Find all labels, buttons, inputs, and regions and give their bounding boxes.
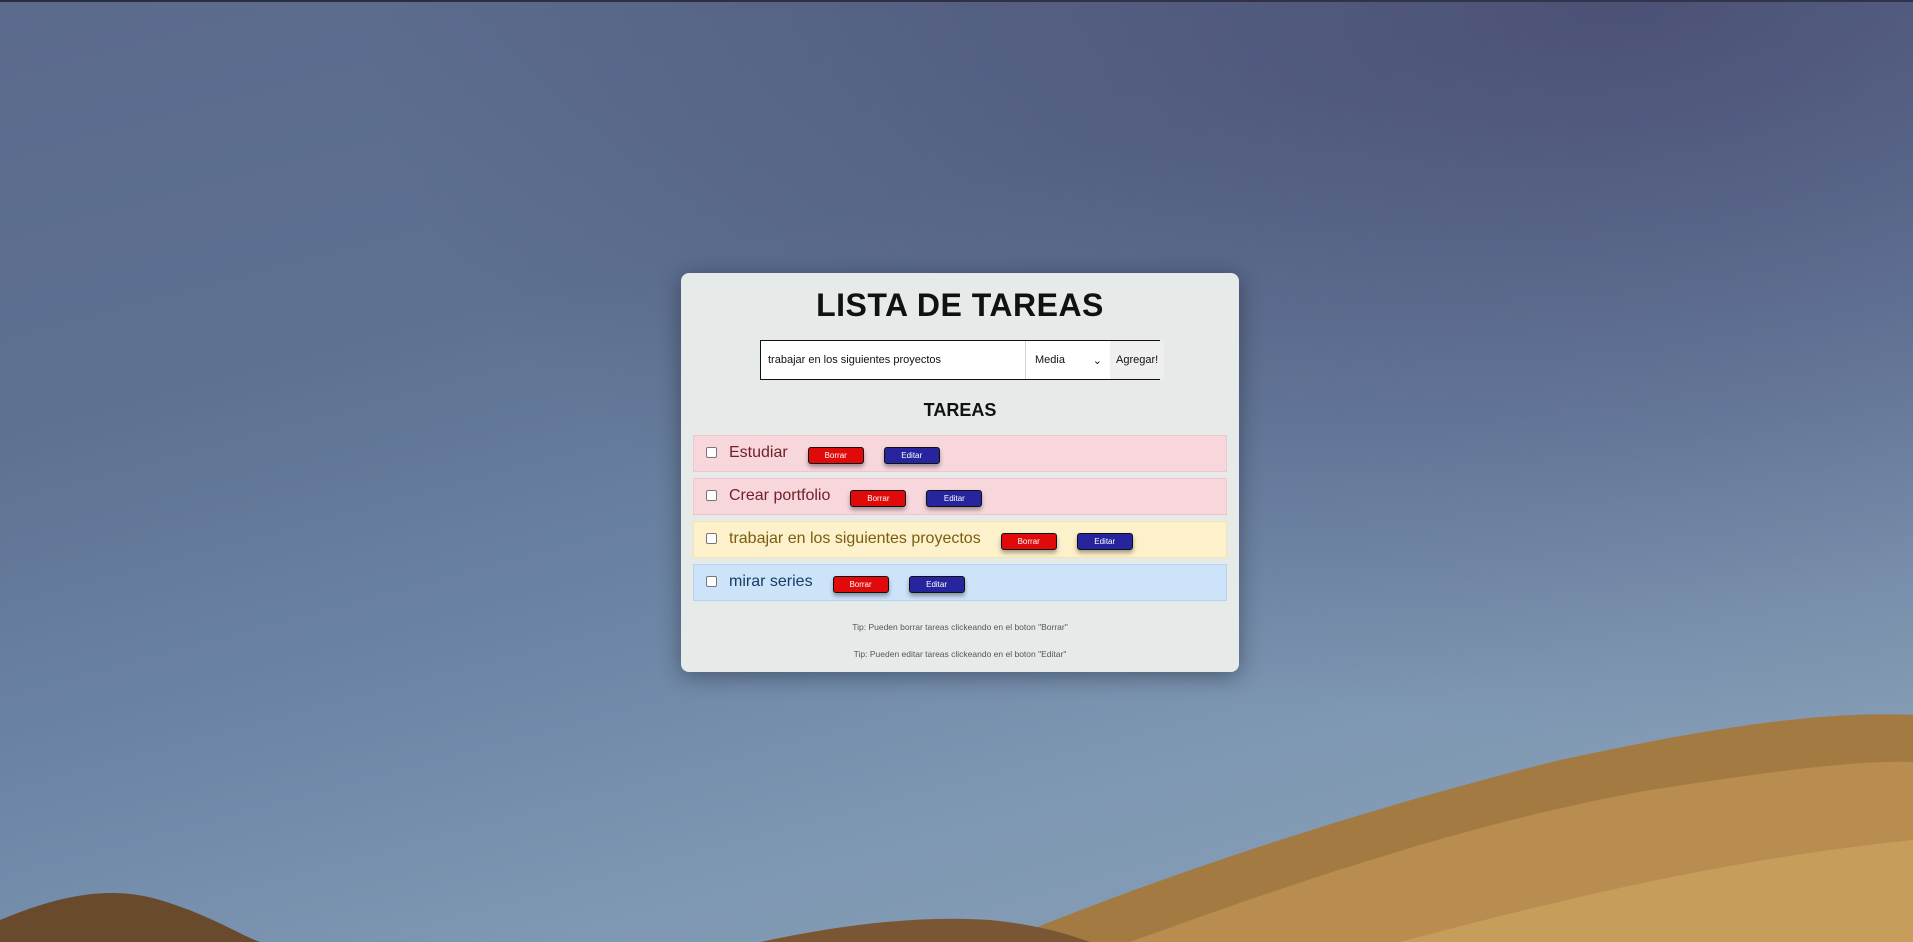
add-task-button[interactable]: Agregar! [1110, 341, 1165, 379]
priority-select-value: Media [1035, 354, 1065, 366]
task-item: Crear portfolio Borrar Editar [693, 478, 1227, 515]
delete-button[interactable]: Borrar [832, 575, 889, 593]
edit-button[interactable]: Editar [908, 575, 965, 593]
edit-button[interactable]: Editar [1076, 532, 1133, 550]
task-text: Crear portfolio [729, 486, 831, 504]
task-text: trabajar en los siguientes proyectos [729, 529, 981, 547]
task-checkbox[interactable] [706, 446, 717, 458]
task-item: Estudiar Borrar Editar [693, 435, 1227, 472]
edit-button[interactable]: Editar [883, 446, 940, 464]
edit-button[interactable]: Editar [926, 489, 983, 507]
delete-button[interactable]: Borrar [850, 489, 907, 507]
tip-delete: Tip: Pueden borrar tareas clickeando en … [852, 622, 1068, 632]
task-checkbox[interactable] [706, 532, 717, 544]
tip-edit: Tip: Pueden editar tareas clickeando en … [853, 649, 1067, 659]
task-text: mirar series [729, 572, 813, 590]
task-item: trabajar en los siguientes proyectos Bor… [693, 521, 1227, 558]
delete-button[interactable]: Borrar [807, 446, 864, 464]
task-item: mirar series Borrar Editar [693, 564, 1227, 601]
task-list-heading: TAREAS [923, 400, 997, 420]
task-checkbox[interactable] [706, 575, 717, 587]
task-list: Estudiar Borrar Editar Crear portfolio B… [693, 435, 1227, 601]
todo-card: LISTA DE TAREAS Media ⌄ Agregar! TAREAS … [681, 273, 1239, 672]
task-checkbox[interactable] [706, 489, 717, 501]
priority-select[interactable]: Media ⌄ [1026, 341, 1110, 379]
page-title: LISTA DE TAREAS [816, 287, 1104, 323]
chevron-down-icon: ⌄ [1092, 354, 1102, 367]
add-task-form: Media ⌄ Agregar! [760, 340, 1165, 380]
tips-section: Tip: Pueden borrar tareas clickeando en … [693, 621, 1227, 660]
task-input[interactable] [761, 341, 1026, 379]
task-text: Estudiar [729, 443, 788, 461]
delete-button[interactable]: Borrar [1000, 532, 1057, 550]
